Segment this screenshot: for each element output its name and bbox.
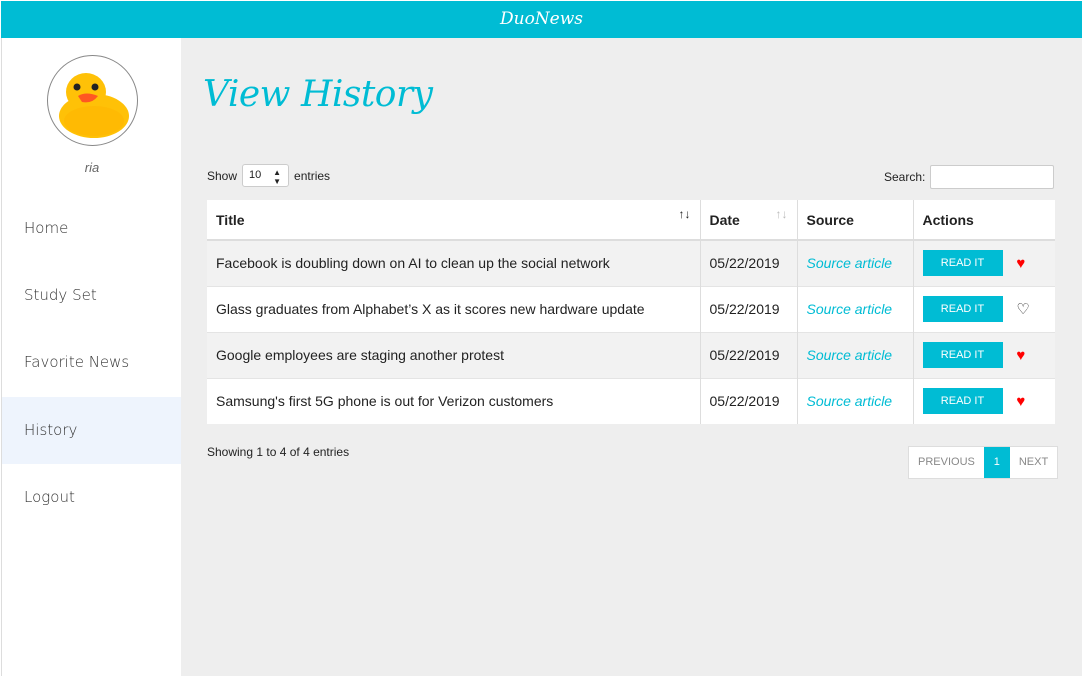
row-date: 05/22/2019 [700, 285, 798, 332]
column-header-source: Source [797, 200, 914, 241]
column-header-actions: Actions [913, 200, 1055, 241]
table-row: Samsung's first 5G phone is out for Veri… [207, 377, 1055, 424]
sort-asc-icon: ↑↓ [678, 207, 691, 221]
search-input[interactable] [930, 165, 1055, 189]
table-row: Glass graduates from Alphabet’s X as it … [207, 285, 1055, 332]
column-header-date[interactable]: Date ↑↓ [700, 200, 798, 241]
show-label: Show [207, 168, 238, 183]
table-info: Showing 1 to 4 of 4 entries [207, 445, 350, 459]
history-table: Title ↑↓ Date ↑↓ Source Actions Facebook… [207, 200, 1055, 424]
row-title: Samsung's first 5G phone is out for Veri… [207, 377, 701, 424]
column-header-date-label: Date [709, 211, 740, 228]
sort-icon: ↑↓ [775, 207, 788, 221]
search-label: Search: [884, 170, 926, 184]
entries-select[interactable]: 10 ▲ ▼ [242, 164, 290, 187]
row-date: 05/22/2019 [700, 331, 798, 378]
source-article-link[interactable]: Source article [807, 347, 893, 363]
sidebar-item-study-set[interactable]: Study Set [2, 262, 182, 329]
duck-avatar-icon [59, 73, 129, 138]
column-header-source-label: Source [806, 211, 854, 228]
username: ria [84, 160, 100, 175]
main-content: View History Show 10 ▲ ▼ entries Search: … [181, 38, 1082, 676]
read-it-button[interactable]: READ IT [922, 342, 1003, 368]
sidebar-item-logout[interactable]: Logout [2, 464, 182, 531]
read-it-button[interactable]: READ IT [922, 296, 1003, 322]
heart-outline-icon[interactable]: ♡ [1016, 300, 1029, 318]
page-title: View History [203, 74, 433, 115]
row-title: Glass graduates from Alphabet’s X as it … [207, 285, 701, 332]
app-title-bar: DuoNews [1, 1, 1082, 38]
source-article-link[interactable]: Source article [807, 393, 893, 409]
row-title: Facebook is doubling down on AI to clean… [207, 239, 701, 286]
sidebar: ria Home Study Set Favorite News History… [1, 38, 182, 676]
read-it-button[interactable]: READ IT [922, 250, 1003, 277]
heart-icon[interactable]: ♥ [1016, 347, 1025, 364]
sidebar-item-home[interactable]: Home [2, 195, 182, 262]
source-article-link[interactable]: Source article [807, 301, 893, 317]
table-row: Google employees are staging another pro… [207, 331, 1055, 378]
entries-label: entries [294, 168, 331, 183]
search-control: Search: [884, 165, 1055, 189]
table-header-row: Title ↑↓ Date ↑↓ Source Actions [207, 200, 1055, 241]
column-header-title[interactable]: Title ↑↓ [207, 200, 701, 241]
column-header-actions-label: Actions [922, 211, 974, 228]
app-title: DuoNews [499, 9, 584, 29]
page-1-button[interactable]: 1 [983, 447, 1010, 478]
previous-page-button[interactable]: PREVIOUS [909, 447, 984, 478]
sidebar-item-history[interactable]: History [2, 397, 182, 464]
row-date: 05/22/2019 [700, 377, 798, 424]
heart-icon[interactable]: ♥ [1016, 255, 1025, 272]
pagination: PREVIOUS 1 NEXT [908, 446, 1059, 479]
next-page-button[interactable]: NEXT [1010, 447, 1057, 478]
entries-select-value: 10 [249, 169, 262, 181]
column-header-title-label: Title [216, 211, 245, 228]
show-entries-control: Show 10 ▲ ▼ entries [207, 164, 330, 187]
heart-icon[interactable]: ♥ [1016, 393, 1025, 410]
avatar[interactable] [47, 55, 138, 146]
select-arrows-icon: ▲ ▼ [273, 168, 282, 186]
table-row: Facebook is doubling down on AI to clean… [207, 239, 1055, 286]
source-article-link[interactable]: Source article [807, 255, 893, 271]
row-date: 05/22/2019 [700, 239, 798, 286]
sidebar-item-favorite-news[interactable]: Favorite News [2, 329, 182, 396]
row-title: Google employees are staging another pro… [207, 331, 701, 378]
read-it-button[interactable]: READ IT [922, 388, 1003, 415]
